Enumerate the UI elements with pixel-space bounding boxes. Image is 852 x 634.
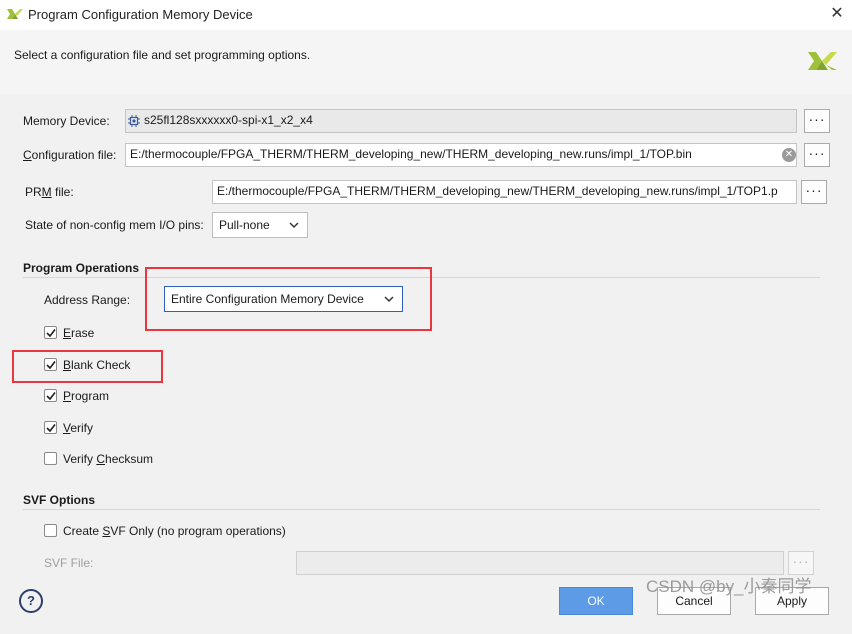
create-svf-only-checkbox[interactable]	[44, 524, 57, 537]
memory-device-label: Memory Device:	[23, 114, 110, 128]
create-svf-only-label: Create SVF Only (no program operations)	[63, 524, 286, 538]
chip-icon	[128, 115, 140, 127]
prm-file-label-a: PR	[25, 185, 42, 199]
nonconfig-pins-label: State of non-config mem I/O pins:	[25, 218, 204, 232]
checkmark-icon	[46, 392, 56, 401]
watermark-text: CSDN @by_小秦同学	[646, 577, 812, 596]
program-label-text: rogram	[71, 389, 110, 403]
window-title: Program Configuration Memory Device	[28, 7, 253, 22]
verify-checksum-label-text: hecksum	[105, 452, 154, 466]
prm-file-mnemonic: M	[41, 185, 52, 199]
vivado-logo-icon	[808, 52, 837, 70]
program-label: Program	[63, 389, 109, 403]
nonconfig-pins-select[interactable]: Pull-none	[212, 212, 308, 238]
erase-label-text: rase	[71, 326, 95, 340]
svf-options-title: SVF Options	[23, 493, 95, 507]
configuration-file-label-text: onfiguration file:	[31, 148, 117, 162]
prm-file-browse-button[interactable]: ···	[801, 180, 827, 204]
erase-mnemonic: E	[63, 326, 72, 340]
prm-file-input[interactable]: E:/thermocouple/FPGA_THERM/THERM_develop…	[212, 180, 797, 204]
svf-file-label: SVF File:	[44, 556, 94, 570]
verify-checksum-checkbox[interactable]	[44, 452, 57, 465]
help-button[interactable]: ?	[19, 589, 43, 613]
prm-file-label-b: file:	[51, 185, 74, 199]
chevron-down-icon	[289, 222, 299, 229]
configuration-file-input[interactable]: E:/thermocouple/FPGA_THERM/THERM_develop…	[125, 143, 797, 167]
dialog-subtitle: Select a configuration file and set prog…	[14, 48, 311, 62]
memory-device-field: s25fl128sxxxxxx0-spi-x1_x2_x4	[125, 109, 797, 133]
nonconfig-pins-value: Pull-none	[219, 218, 270, 232]
configuration-file-label: Configuration file:	[23, 148, 116, 162]
ok-button[interactable]: OK	[559, 587, 633, 615]
checkmark-icon	[46, 329, 56, 338]
clear-icon[interactable]: ✕	[782, 148, 796, 162]
section-divider	[23, 509, 820, 510]
annotation-highlight-box	[12, 350, 163, 383]
verify-checksum-label-pre: Verify	[63, 452, 97, 466]
create-svf-label-text: VF Only (no program operations)	[110, 524, 286, 538]
create-svf-label-pre: Create	[63, 524, 103, 538]
program-mnemonic: P	[63, 389, 72, 403]
prm-file-label: PRM file:	[25, 185, 74, 199]
close-button[interactable]: ✕	[822, 0, 852, 30]
verify-label: Verify	[63, 421, 93, 435]
erase-label: Erase	[63, 326, 94, 340]
dialog-body: Select a configuration file and set prog…	[0, 30, 852, 634]
program-operations-title: Program Operations	[23, 261, 140, 275]
annotation-highlight-box	[145, 267, 432, 331]
configuration-file-browse-button[interactable]: ···	[804, 143, 830, 167]
dialog-header: Select a configuration file and set prog…	[0, 30, 852, 94]
verify-label-text: erify	[70, 421, 94, 435]
verify-checksum-label: Verify Checksum	[63, 452, 153, 466]
configuration-file-value: E:/thermocouple/FPGA_THERM/THERM_develop…	[130, 147, 692, 161]
configuration-file-mnemonic: C	[23, 148, 32, 162]
memory-device-value: s25fl128sxxxxxx0-spi-x1_x2_x4	[144, 113, 313, 127]
program-checkbox[interactable]	[44, 389, 57, 402]
checkmark-icon	[46, 424, 56, 433]
address-range-label: Address Range:	[44, 293, 131, 307]
title-bar: Program Configuration Memory Device ✕	[0, 0, 852, 30]
verify-checkbox[interactable]	[44, 421, 57, 434]
vivado-logo-icon	[7, 9, 23, 19]
erase-checkbox[interactable]	[44, 326, 57, 339]
prm-file-value: E:/thermocouple/FPGA_THERM/THERM_develop…	[217, 184, 778, 198]
verify-checksum-mnemonic: C	[96, 452, 106, 466]
memory-device-browse-button[interactable]: ···	[804, 109, 830, 133]
